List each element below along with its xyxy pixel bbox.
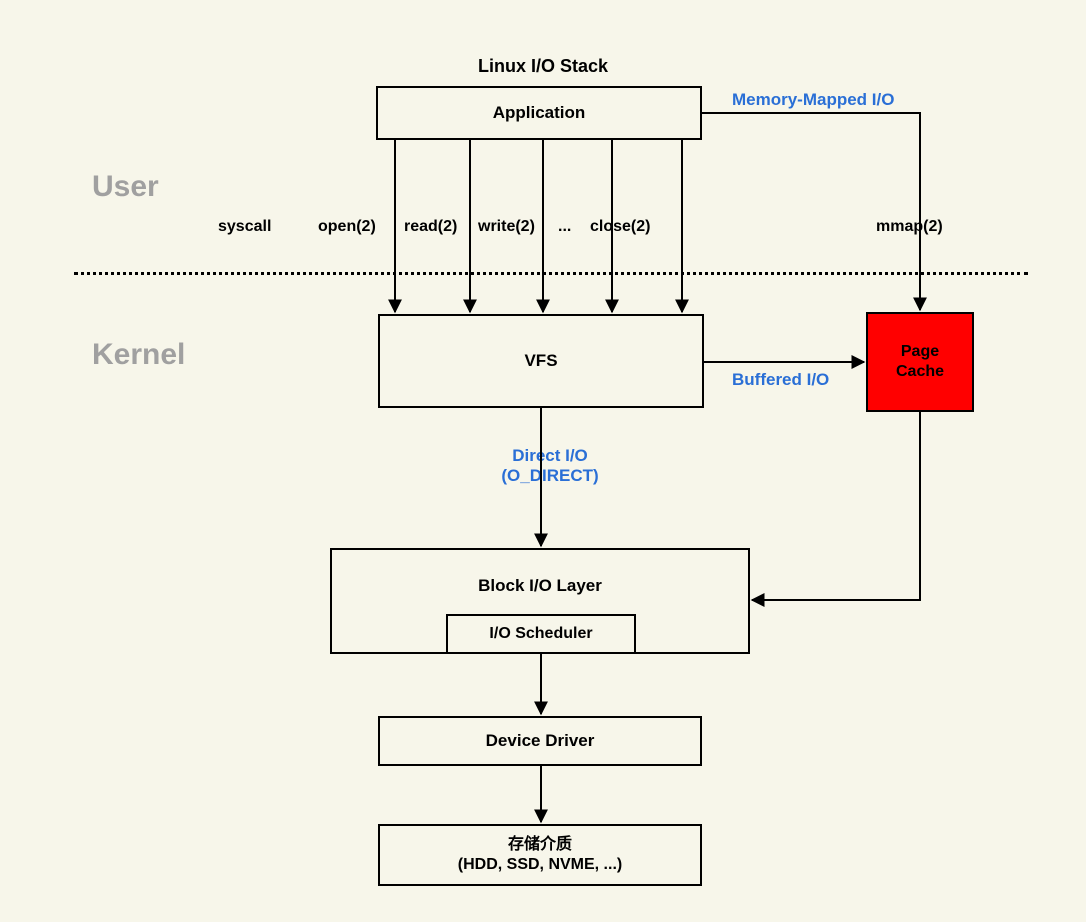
box-blockio-label: Block I/O Layer: [478, 576, 602, 596]
box-pagecache-label: Page Cache: [896, 342, 944, 382]
box-storage: 存储介质 (HDD, SSD, NVME, ...): [378, 824, 702, 886]
label-mmap-io: Memory-Mapped I/O: [732, 90, 894, 110]
box-devdrv-label: Device Driver: [486, 731, 595, 751]
label-direct-io: Direct I/O (O_DIRECT): [480, 446, 620, 486]
user-space-label: User: [92, 170, 159, 204]
box-pagecache: Page Cache: [866, 312, 974, 412]
box-application-label: Application: [493, 103, 586, 123]
box-vfs-label: VFS: [524, 351, 557, 371]
user-kernel-divider: [74, 272, 1028, 275]
label-dots: ...: [558, 218, 571, 236]
diagram-title: Linux I/O Stack: [478, 56, 608, 77]
box-iosched-label: I/O Scheduler: [489, 625, 592, 643]
label-syscall: syscall: [218, 218, 271, 236]
label-open: open(2): [318, 218, 376, 236]
label-write: write(2): [478, 218, 535, 236]
label-buffered-io: Buffered I/O: [732, 370, 829, 390]
box-application: Application: [376, 86, 702, 140]
label-mmap: mmap(2): [876, 218, 943, 236]
box-iosched: I/O Scheduler: [446, 614, 636, 654]
box-devdrv: Device Driver: [378, 716, 702, 766]
label-read: read(2): [404, 218, 457, 236]
box-vfs: VFS: [378, 314, 704, 408]
box-storage-label: 存储介质 (HDD, SSD, NVME, ...): [458, 835, 622, 875]
kernel-space-label: Kernel: [92, 338, 185, 372]
label-close: close(2): [590, 218, 650, 236]
diagram-canvas: Linux I/O Stack User Kernel Application …: [0, 0, 1086, 922]
